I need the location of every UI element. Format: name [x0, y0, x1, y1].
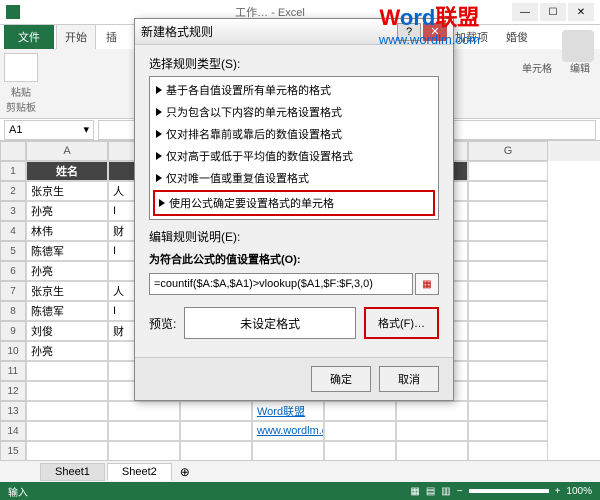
cell[interactable] [468, 221, 548, 241]
range-picker-button[interactable]: ▦ [415, 273, 439, 295]
cell[interactable] [468, 301, 548, 321]
cell[interactable] [468, 281, 548, 301]
view-layout-icon[interactable]: ▤ [426, 486, 435, 497]
cell[interactable] [468, 261, 548, 281]
row-header[interactable]: 6 [0, 261, 26, 281]
status-mode: 输入 [8, 484, 28, 499]
editing-group[interactable]: 编辑 [570, 60, 590, 75]
cell[interactable] [468, 201, 548, 221]
row-header[interactable]: 8 [0, 301, 26, 321]
cell[interactable]: 孙亮 [26, 341, 108, 361]
clipboard-label: 剪贴板 [6, 99, 36, 114]
rule-item[interactable]: 仅对高于或低于平均值的数值设置格式 [152, 145, 436, 167]
cell[interactable]: 林伟 [26, 221, 108, 241]
zoom-out[interactable]: − [457, 486, 463, 497]
row-header[interactable]: 1 [0, 161, 26, 181]
row-header[interactable]: 10 [0, 341, 26, 361]
status-bar: 输入 ▦ ▤ ▥ − + 100% [0, 482, 600, 500]
row-header[interactable]: 2 [0, 181, 26, 201]
row-header[interactable]: 14 [0, 421, 26, 441]
cell[interactable]: 张京生 [26, 281, 108, 301]
ok-button[interactable]: 确定 [311, 366, 371, 392]
tab-insert[interactable]: 插 [98, 25, 125, 49]
cell[interactable] [468, 181, 548, 201]
cells-group[interactable]: 单元格 [522, 60, 552, 75]
row-header[interactable]: 4 [0, 221, 26, 241]
sheet-tab[interactable]: Sheet1 [40, 463, 105, 481]
row-header[interactable]: 9 [0, 321, 26, 341]
tab-custom[interactable]: 婚俊 [498, 25, 536, 49]
maximize-button[interactable]: ☐ [540, 3, 566, 21]
rule-item[interactable]: 基于各自值设置所有单元格的格式 [152, 79, 436, 101]
user-avatar[interactable] [562, 30, 594, 62]
col-header[interactable]: G [468, 141, 548, 161]
file-tab[interactable]: 文件 [4, 25, 54, 49]
rule-item[interactable]: 仅对唯一值或重复值设置格式 [152, 167, 436, 189]
watermark: Word联盟 www.wordlm.com [379, 0, 480, 47]
row-header[interactable]: 11 [0, 361, 26, 381]
cell[interactable]: 陈德军 [26, 241, 108, 261]
rule-desc-label: 编辑规则说明(E): [149, 228, 439, 245]
zoom-level[interactable]: 100% [566, 486, 592, 497]
triangle-icon [159, 199, 165, 207]
formula-input[interactable]: =countif($A:$A,$A1)>vlookup($A1,$F:$F,3,… [149, 273, 413, 295]
row-header[interactable]: 15 [0, 441, 26, 461]
ribbon-right-groups: 单元格 编辑 [522, 60, 590, 75]
format-button[interactable]: 格式(F)… [364, 307, 439, 339]
link-cell[interactable]: Word联盟 [252, 401, 324, 421]
rule-type-list[interactable]: 基于各自值设置所有单元格的格式 只为包含以下内容的单元格设置格式 仅对排名靠前或… [149, 76, 439, 220]
triangle-icon [156, 152, 162, 160]
cell[interactable] [468, 341, 548, 361]
col-header[interactable]: A [26, 141, 108, 161]
cell[interactable]: 陈德军 [26, 301, 108, 321]
select-all-corner[interactable] [0, 141, 26, 161]
view-normal-icon[interactable]: ▦ [410, 486, 419, 497]
tab-home[interactable]: 开始 [56, 24, 96, 49]
cell[interactable]: 刘俊 [26, 321, 108, 341]
triangle-icon [156, 174, 162, 182]
close-button[interactable]: ✕ [568, 3, 594, 21]
select-rule-type-label: 选择规则类型(S): [149, 55, 439, 72]
triangle-icon [156, 130, 162, 138]
new-sheet-button[interactable]: ⊕ [174, 465, 196, 479]
row-header[interactable]: 7 [0, 281, 26, 301]
row-header[interactable]: 3 [0, 201, 26, 221]
zoom-slider[interactable] [469, 489, 549, 493]
row-header[interactable]: 12 [0, 381, 26, 401]
cell[interactable] [468, 241, 548, 261]
paste-label: 粘贴 [11, 84, 31, 99]
cell[interactable] [468, 321, 548, 341]
new-format-rule-dialog: 新建格式规则 ? ✕ 选择规则类型(S): 基于各自值设置所有单元格的格式 只为… [134, 18, 454, 401]
preview-label: 预览: [149, 315, 176, 332]
dialog-title: 新建格式规则 [141, 23, 397, 40]
cell[interactable]: 张京生 [26, 181, 108, 201]
cell[interactable]: 姓名 [26, 161, 108, 181]
triangle-icon [156, 108, 162, 116]
sheet-tabs: Sheet1 Sheet2 ⊕ [0, 460, 600, 482]
cell[interactable] [468, 161, 548, 181]
triangle-icon [156, 86, 162, 94]
minimize-button[interactable]: — [512, 3, 538, 21]
rule-item[interactable]: 只为包含以下内容的单元格设置格式 [152, 101, 436, 123]
preview-box: 未设定格式 [184, 307, 356, 339]
paste-button[interactable] [4, 53, 38, 82]
excel-icon [6, 5, 20, 19]
rule-item-selected[interactable]: 使用公式确定要设置格式的单元格 [153, 190, 435, 216]
cell[interactable]: 孙亮 [26, 201, 108, 221]
name-box[interactable]: A1▾ [4, 120, 94, 140]
sheet-tab-active[interactable]: Sheet2 [107, 463, 172, 481]
view-break-icon[interactable]: ▥ [441, 486, 450, 497]
cell[interactable]: 孙亮 [26, 261, 108, 281]
zoom-in[interactable]: + [555, 486, 561, 497]
row-header[interactable]: 13 [0, 401, 26, 421]
formula-label: 为符合此公式的值设置格式(O): [149, 251, 439, 267]
link-cell[interactable]: www.wordlm.com [252, 421, 324, 441]
row-header[interactable]: 5 [0, 241, 26, 261]
rule-item[interactable]: 仅对排名靠前或靠后的数值设置格式 [152, 123, 436, 145]
cancel-button[interactable]: 取消 [379, 366, 439, 392]
